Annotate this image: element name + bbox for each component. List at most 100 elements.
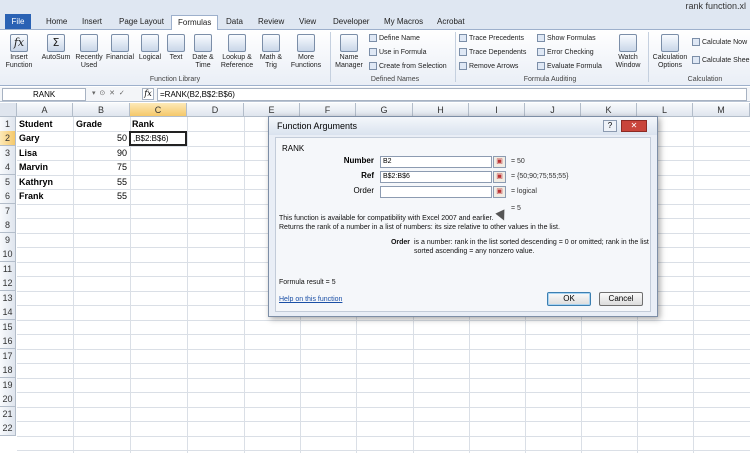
ref-input[interactable]: B$2:B$6 [380, 171, 492, 183]
row-header[interactable]: 18 [0, 363, 16, 378]
calculate-sheet-button[interactable]: Calculate Shee [692, 56, 749, 64]
collapse-dialog-icon[interactable]: ▣ [493, 171, 506, 183]
row-header[interactable]: 13 [0, 291, 16, 306]
column-header[interactable]: K [581, 103, 637, 117]
tab-page-layout[interactable]: Page Layout [119, 15, 164, 29]
order-input[interactable] [380, 186, 492, 198]
calculate-now-button[interactable]: Calculate Now [692, 38, 747, 46]
tab-formulas[interactable]: Formulas [171, 15, 219, 31]
ok-button[interactable]: OK [547, 292, 591, 306]
row-header[interactable]: 21 [0, 407, 16, 422]
column-header[interactable]: M [693, 103, 750, 117]
remove-arrows-button[interactable]: Remove Arrows [459, 62, 518, 70]
name-manager-button[interactable]: Name Manager [332, 34, 366, 70]
cell-student[interactable]: Marvin [19, 160, 48, 175]
tab-developer[interactable]: Developer [333, 15, 369, 29]
cell-c1[interactable]: Rank [132, 117, 154, 132]
help-link[interactable]: Help on this function [279, 296, 342, 303]
row-header[interactable]: 6 [0, 189, 16, 204]
group-formula-auditing: Formula Auditing [523, 76, 577, 83]
column-header[interactable]: A [17, 103, 73, 117]
close-icon[interactable]: ✕ [621, 120, 647, 132]
show-formulas-button[interactable]: Show Formulas [537, 34, 596, 42]
row-header[interactable]: 19 [0, 378, 16, 393]
row-header[interactable]: 16 [0, 334, 16, 349]
column-header[interactable]: L [637, 103, 693, 117]
number-input[interactable]: B2 [380, 156, 492, 168]
tab-acrobat[interactable]: Acrobat [437, 15, 465, 29]
tab-home[interactable]: Home [46, 15, 67, 29]
cell-student[interactable]: Frank [19, 189, 44, 204]
tab-insert[interactable]: Insert [82, 15, 102, 29]
column-header[interactable]: B [73, 103, 130, 117]
row-header[interactable]: 9 [0, 233, 16, 248]
name-box[interactable]: RANK [2, 88, 86, 101]
cell-grade[interactable]: 90 [73, 146, 127, 161]
column-header[interactable]: I [469, 103, 525, 117]
cell-a1[interactable]: Student [19, 117, 53, 132]
row-header[interactable]: 15 [0, 320, 16, 335]
row-header[interactable]: 20 [0, 392, 16, 407]
calculation-options-button[interactable]: Calculation Options [650, 34, 690, 70]
evaluate-formula-button[interactable]: Evaluate Formula [537, 62, 602, 70]
define-name-button[interactable]: Define Name [369, 34, 420, 42]
row-header[interactable]: 10 [0, 247, 16, 262]
column-header[interactable]: D [187, 103, 244, 117]
formula-input[interactable]: =RANK(B2,B$2:B$6) [157, 88, 747, 101]
trace-precedents-button[interactable]: Trace Precedents [459, 34, 524, 42]
tab-view[interactable]: View [299, 15, 316, 29]
create-from-selection-button[interactable]: Create from Selection [369, 62, 447, 70]
column-header[interactable]: J [525, 103, 581, 117]
logical-button[interactable]: Logical [136, 34, 164, 62]
autosum-button[interactable]: Σ AutoSum [38, 34, 74, 62]
cell-grade[interactable]: 55 [73, 175, 127, 190]
lookup-reference-button[interactable]: Lookup & Reference [218, 34, 256, 70]
column-header[interactable]: F [300, 103, 356, 117]
row-header[interactable]: 12 [0, 276, 16, 291]
row-header[interactable]: 1 [0, 117, 16, 132]
cell-grade[interactable]: 55 [73, 189, 127, 204]
row-header[interactable]: 2 [0, 131, 16, 146]
cell-student[interactable]: Gary [19, 131, 40, 146]
math-trig-button[interactable]: Math & Trig [256, 34, 286, 70]
tab-file[interactable]: File [5, 14, 31, 29]
cell-student[interactable]: Kathryn [19, 175, 53, 190]
row-header[interactable]: 3 [0, 146, 16, 161]
row-header[interactable]: 17 [0, 349, 16, 364]
select-all-corner[interactable] [0, 103, 17, 117]
row-header[interactable]: 7 [0, 204, 16, 219]
insert-function-icon[interactable]: fx [142, 88, 154, 100]
tab-review[interactable]: Review [258, 15, 284, 29]
more-functions-button[interactable]: More Functions [286, 34, 326, 70]
recently-used-button[interactable]: Recently Used [74, 34, 104, 70]
cancel-button[interactable]: Cancel [599, 292, 643, 306]
text-button[interactable]: Text [164, 34, 188, 62]
financial-button[interactable]: Financial [104, 34, 136, 62]
help-icon[interactable]: ? [603, 120, 617, 132]
row-header[interactable]: 14 [0, 305, 16, 320]
cell-grade[interactable]: 50 [73, 131, 127, 146]
column-header[interactable]: H [413, 103, 469, 117]
row-header[interactable]: 5 [0, 175, 16, 190]
collapse-dialog-icon[interactable]: ▣ [493, 186, 506, 198]
row-header[interactable]: 4 [0, 160, 16, 175]
use-in-formula-button[interactable]: Use in Formula [369, 48, 426, 56]
column-header[interactable]: C [130, 103, 187, 117]
row-header[interactable]: 22 [0, 421, 16, 436]
date-time-button[interactable]: Date & Time [188, 34, 218, 70]
trace-dependents-button[interactable]: Trace Dependents [459, 48, 526, 56]
row-header[interactable]: 11 [0, 262, 16, 277]
active-cell-c2[interactable]: ,B$2:B$6) [129, 131, 187, 146]
cell-student[interactable]: Lisa [19, 146, 37, 161]
tab-my-macros[interactable]: My Macros [384, 15, 423, 29]
row-header[interactable]: 8 [0, 218, 16, 233]
cell-grade[interactable]: 75 [73, 160, 127, 175]
cell-b1[interactable]: Grade [76, 117, 102, 132]
insert-function-button[interactable]: fx Insert Function [2, 34, 36, 70]
column-header[interactable]: G [356, 103, 413, 117]
watch-window-button[interactable]: Watch Window [612, 34, 644, 70]
column-header[interactable]: E [244, 103, 300, 117]
error-checking-button[interactable]: Error Checking [537, 48, 594, 56]
collapse-dialog-icon[interactable]: ▣ [493, 156, 506, 168]
tab-data[interactable]: Data [226, 15, 243, 29]
